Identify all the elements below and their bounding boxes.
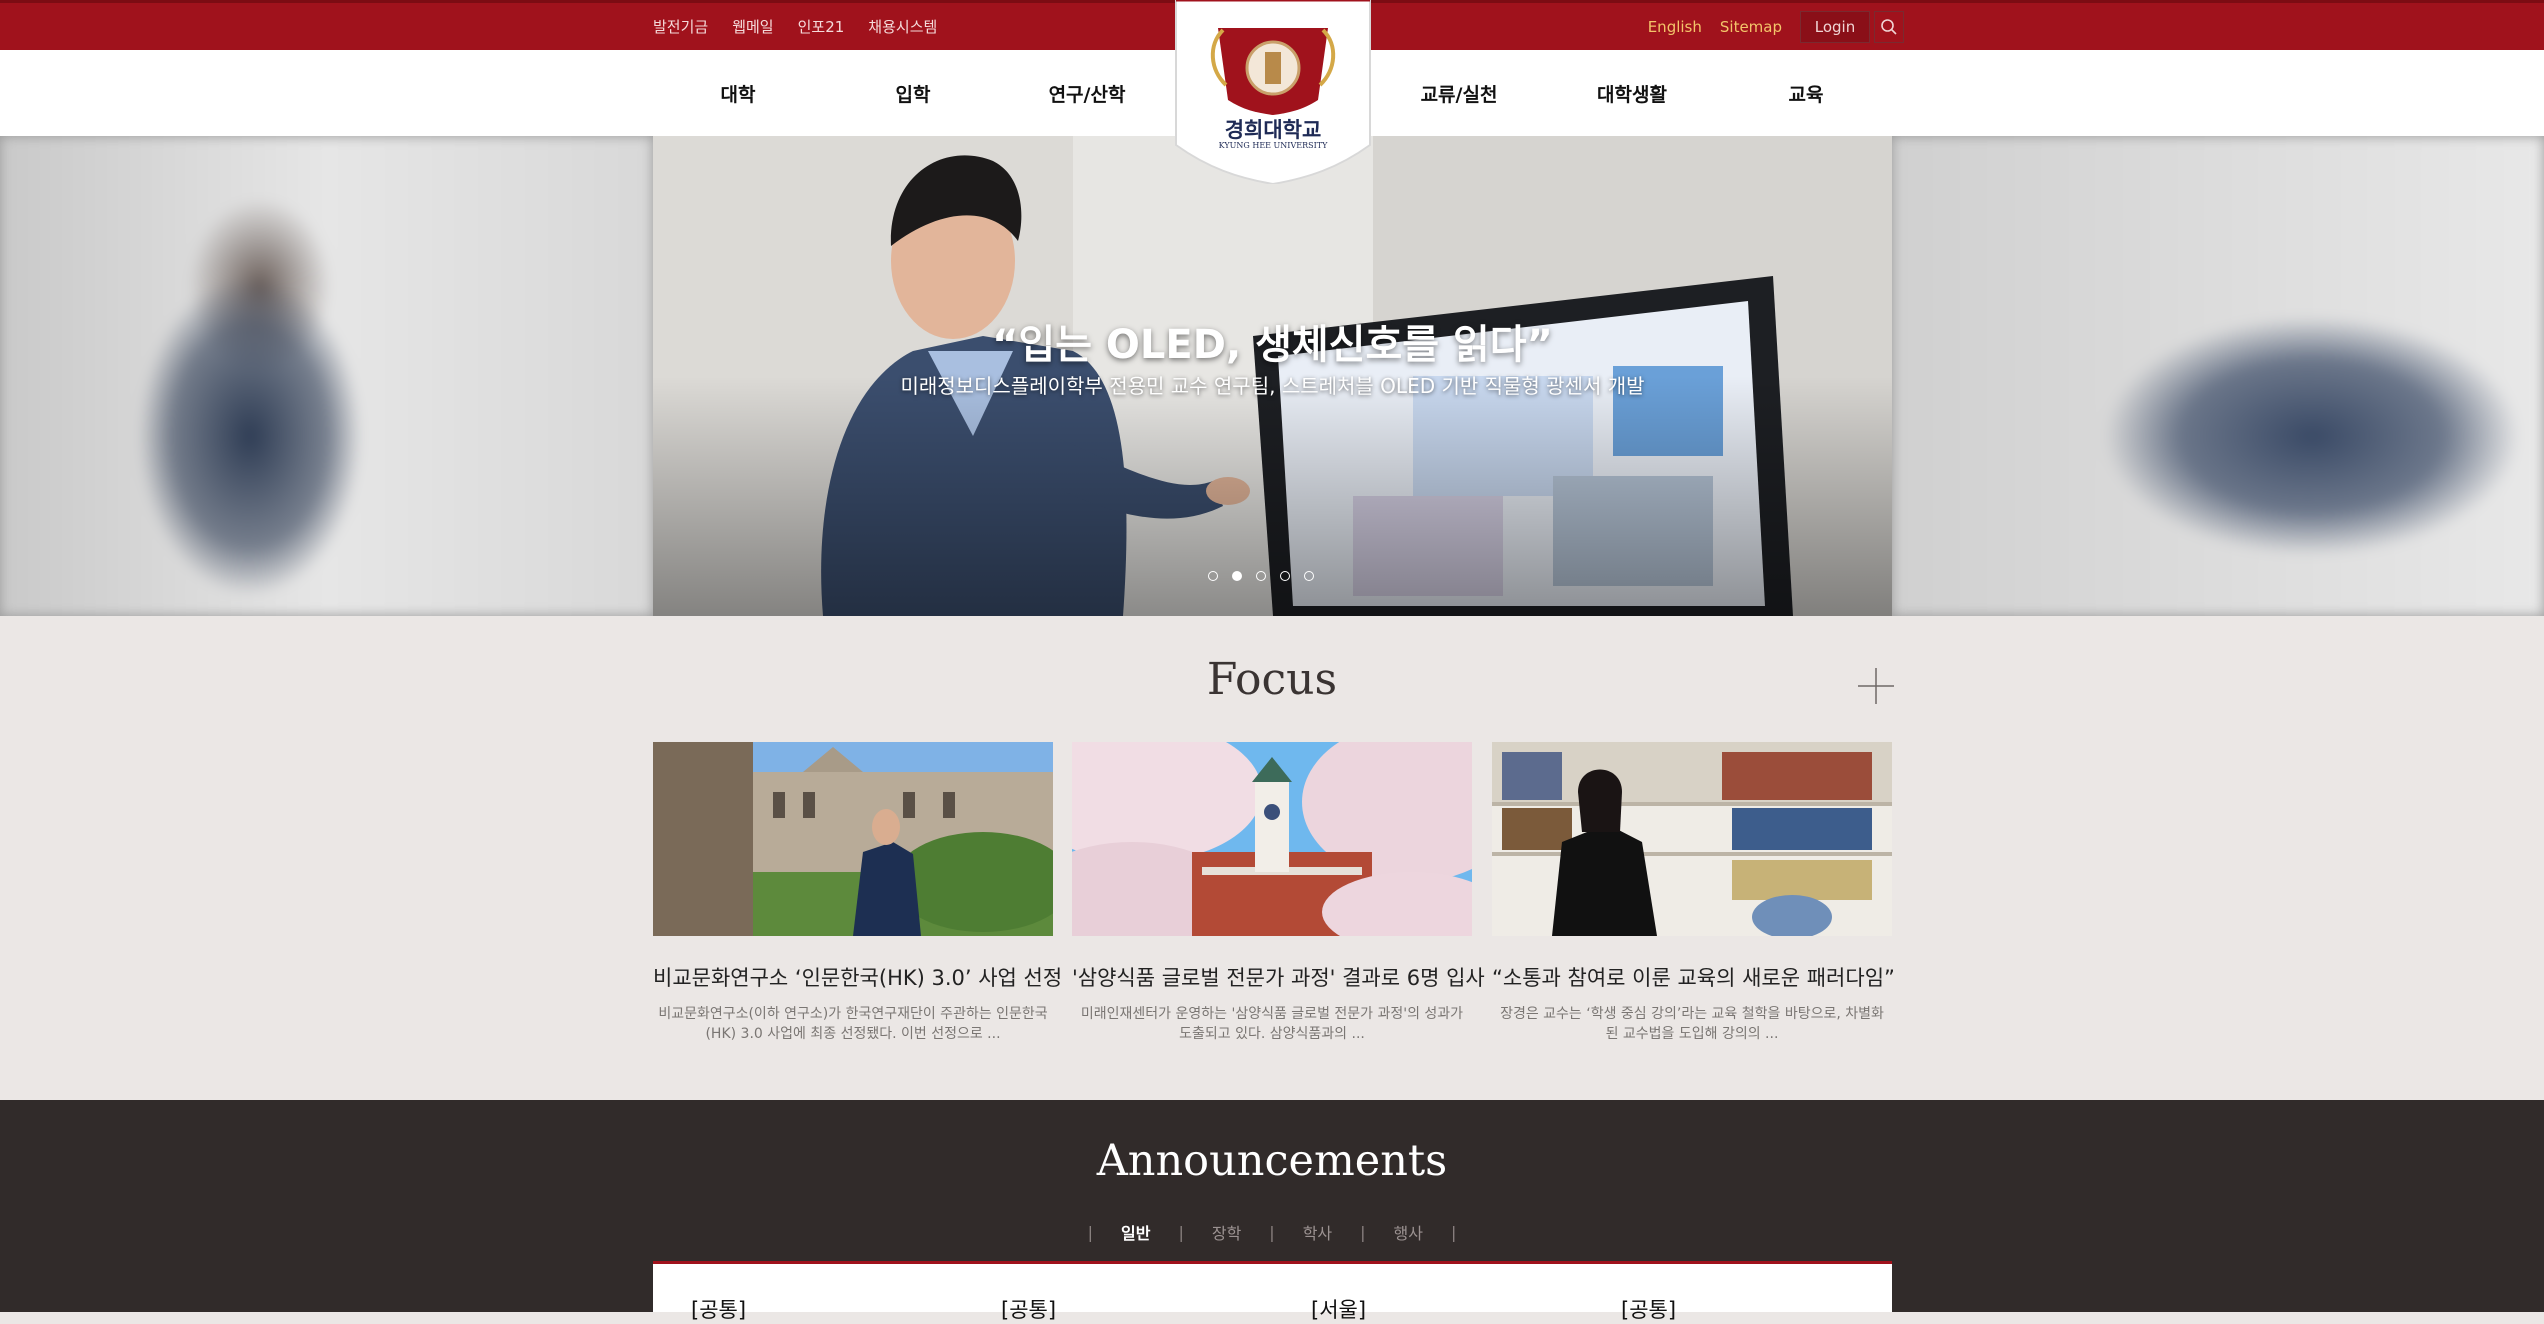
announcement-list: [공통] [공통] [서울] [공통] <box>653 1261 1892 1322</box>
carousel-dot-5[interactable] <box>1304 571 1314 581</box>
announcement-item-3[interactable]: [서울] <box>1311 1294 1366 1324</box>
focus-card-image-2[interactable] <box>1072 742 1472 936</box>
tab-general[interactable]: 일반 <box>1121 1220 1150 1244</box>
focus-more-button[interactable] <box>1858 668 1894 704</box>
carousel-dot-3[interactable] <box>1256 571 1266 581</box>
hero-blur-left <box>0 136 653 616</box>
tab-events[interactable]: 행사 <box>1394 1220 1423 1244</box>
card-photo-blossom <box>1072 742 1472 936</box>
focus-card-image-1[interactable] <box>653 742 1053 936</box>
nav-item-admission[interactable]: 입학 <box>843 50 983 136</box>
focus-card-desc-3: 장경은 교수는 ‘학생 중심 강의’라는 교육 철학을 바탕으로, 차별화된 교… <box>1500 1006 1884 1042</box>
utility-link-recruit[interactable]: 채용시스템 <box>868 16 937 37</box>
tab-separator: | <box>1178 1222 1184 1242</box>
logo-name-en: KYUNG HEE UNIVERSITY <box>1218 141 1328 150</box>
nav-item-college[interactable]: 대학 <box>668 50 808 136</box>
tab-separator: | <box>1360 1222 1366 1242</box>
focus-card-title-1[interactable]: 비교문화연구소 ‘인문한국(HK) 3.0’ 사업 선정 <box>653 962 1062 992</box>
login-button[interactable]: Login <box>1800 10 1870 43</box>
utility-link-info21[interactable]: 인포21 <box>798 16 845 37</box>
utility-link-fund[interactable]: 발전기금 <box>653 16 708 37</box>
nav-item-research[interactable]: 연구/산학 <box>1017 50 1157 136</box>
hero-subtitle: 미래정보디스플레이학부 전용민 교수 연구팀, 스트레처블 OLED 기반 직물… <box>900 374 1645 398</box>
focus-card-title-3[interactable]: “소통과 참여로 이룬 교육의 새로운 패러다임” <box>1492 962 1895 992</box>
announcement-item-2[interactable]: [공통] <box>1001 1294 1056 1324</box>
search-button[interactable] <box>1874 10 1904 43</box>
nav-item-education[interactable]: 교육 <box>1736 50 1876 136</box>
plus-icon <box>1858 668 1894 704</box>
focus-card-desc-1: 비교문화연구소(이하 연구소)가 한국연구재단이 주관하는 인문한국(HK) 3… <box>658 1006 1048 1042</box>
tab-separator: | <box>1087 1222 1093 1242</box>
logo-name-ko: 경희대학교 <box>1224 118 1322 142</box>
focus-title: Focus <box>1206 654 1338 705</box>
focus-card-desc-2: 미래인재센터가 운영하는 '삼양식품 글로벌 전문가 과정'의 성과가 도출되고… <box>1080 1006 1464 1042</box>
announcements-title: Announcements <box>1096 1136 1448 1186</box>
card-photo-building <box>653 742 1053 936</box>
tab-separator: | <box>1269 1222 1275 1242</box>
carousel-dot-4[interactable] <box>1280 571 1290 581</box>
announcement-item-4[interactable]: [공통] <box>1621 1294 1676 1324</box>
focus-card-1[interactable]: 비교문화연구소 ‘인문한국(HK) 3.0’ 사업 선정 비교문화연구소(이하 … <box>653 742 1062 1044</box>
search-icon <box>1881 18 1897 35</box>
utility-right: English Sitemap Login <box>1648 3 1904 50</box>
carousel-dots <box>1208 571 1314 581</box>
university-logo[interactable]: 경희대학교 KYUNG HEE UNIVERSITY <box>1168 0 1378 186</box>
login-search-group: Login <box>1800 10 1904 43</box>
utility-links: 발전기금 웹메일 인포21 채용시스템 <box>653 3 937 50</box>
logo-shield <box>1175 0 1371 186</box>
focus-card-title-2[interactable]: '삼양식품 글로벌 전문가 과정' 결과로 6명 입사 <box>1072 962 1485 992</box>
tab-separator: | <box>1450 1222 1457 1242</box>
announcement-tabs: | 일반 | 장학 | 학사 | 행사 | <box>0 1220 2544 1244</box>
hero-blur-right <box>1892 136 2544 616</box>
announcement-item-1[interactable]: [공통] <box>691 1294 746 1324</box>
tab-scholarship[interactable]: 장학 <box>1212 1220 1241 1244</box>
nav-item-campus-life[interactable]: 대학생활 <box>1562 50 1702 136</box>
focus-card-image-3[interactable] <box>1492 742 1892 936</box>
hero-title[interactable]: “입는 OLED, 생체신호를 읽다” <box>653 312 1892 370</box>
card-photo-bookshelf <box>1492 742 1892 936</box>
sitemap-link[interactable]: Sitemap <box>1720 18 1782 36</box>
english-link[interactable]: English <box>1648 18 1702 36</box>
nav-item-exchange[interactable]: 교류/실천 <box>1389 50 1529 136</box>
tab-academic[interactable]: 학사 <box>1303 1220 1332 1244</box>
focus-card-2[interactable]: '삼양식품 글로벌 전문가 과정' 결과로 6명 입사 미래인재센터가 운영하는… <box>1072 742 1485 1044</box>
utility-link-webmail[interactable]: 웹메일 <box>732 16 773 37</box>
carousel-dot-1[interactable] <box>1208 571 1218 581</box>
carousel-dot-2[interactable] <box>1232 571 1242 581</box>
focus-card-3[interactable]: “소통과 참여로 이룬 교육의 새로운 패러다임” 장경은 교수는 ‘학생 중심… <box>1492 742 1895 1044</box>
